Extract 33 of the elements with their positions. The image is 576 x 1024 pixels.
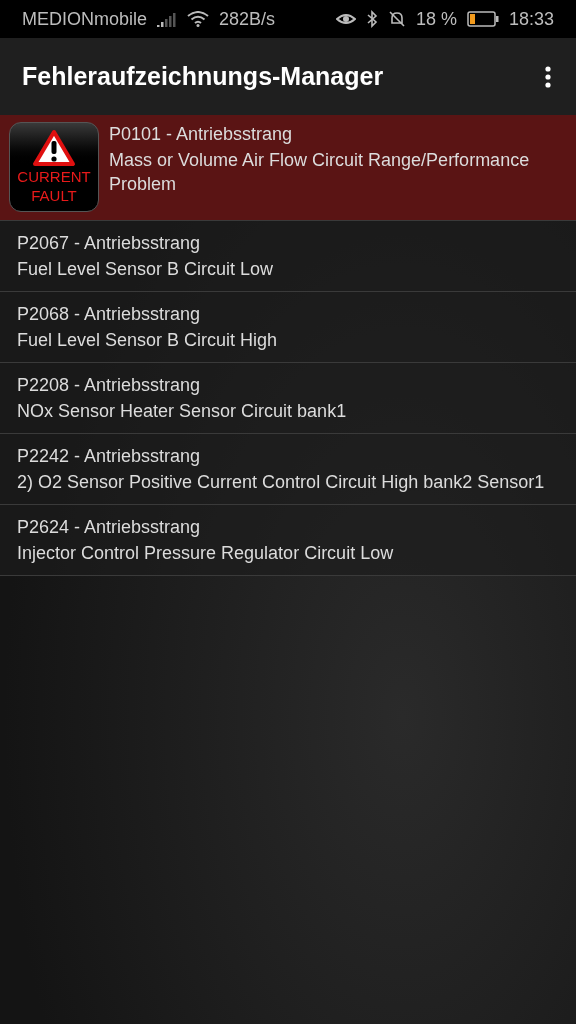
clock: 18:33 (508, 7, 554, 31)
fault-list-item[interactable]: P2208 - Antriebsstrang NOx Sensor Heater Sensor Circuit bank1 (0, 363, 576, 434)
battery-percent: 18 % (415, 7, 457, 31)
fault-list-item[interactable]: P2624 - Antriebsstrang Injector Control Pressure Regulator Circuit Low (0, 505, 576, 576)
fault-description: Fuel Level Sensor B Circuit High (17, 329, 278, 352)
fault-description: Mass or Volume Air Flow Circuit Range/Performance Problem (109, 149, 531, 196)
fault-description: Fuel Level Sensor B Circuit Low (17, 258, 274, 281)
badge-label: FAULT (31, 186, 77, 205)
wifi-icon (187, 11, 210, 27)
app-title: Fehleraufzeichnungs-Manager (22, 60, 385, 92)
warning-icon (32, 129, 76, 167)
battery-icon (466, 11, 499, 27)
carrier-name: MEDIONmobile (22, 7, 148, 31)
badge-label: CURRENT (17, 167, 91, 186)
fault-description: NOx Sensor Heater Sensor Circuit bank1 (17, 400, 347, 423)
fault-code: P2068 - Antriebsstrang (17, 303, 202, 326)
fault-code: P0101 - Antriebsstrang (109, 123, 294, 146)
fault-list-item[interactable]: CURRENT FAULT P0101 - Antriebsstrang Mass or Volume Air Flow Circuit Range/Performance Problem (0, 115, 576, 221)
network-speed: 282B/s (219, 7, 276, 31)
more-icon (545, 65, 551, 88)
fault-list-item[interactable]: P2068 - Antriebsstrang Fuel Level Sensor B Circuit High (0, 292, 576, 363)
bluetooth-icon (365, 10, 378, 28)
signal-icon (157, 11, 178, 27)
fault-code: P2208 - Antriebsstrang (17, 374, 202, 397)
eye-icon (335, 11, 356, 27)
fault-code: P2624 - Antriebsstrang (17, 516, 202, 539)
fault-list-item[interactable]: P2067 - Antriebsstrang Fuel Level Sensor B Circuit Low (0, 221, 576, 292)
fault-description: Injector Control Pressure Regulator Circuit Low (17, 542, 394, 565)
fault-description: 2) O2 Sensor Positive Current Control Circuit High bank2 Sensor1 (17, 471, 545, 494)
fault-code: P2067 - Antriebsstrang (17, 232, 202, 255)
fault-list-item[interactable]: P2242 - Antriebsstrang 2) O2 Sensor Positive Current Control Circuit High bank2 Sensor1 (0, 434, 576, 505)
fault-code: P2242 - Antriebsstrang (17, 445, 202, 468)
muted-bell-icon (387, 10, 406, 28)
